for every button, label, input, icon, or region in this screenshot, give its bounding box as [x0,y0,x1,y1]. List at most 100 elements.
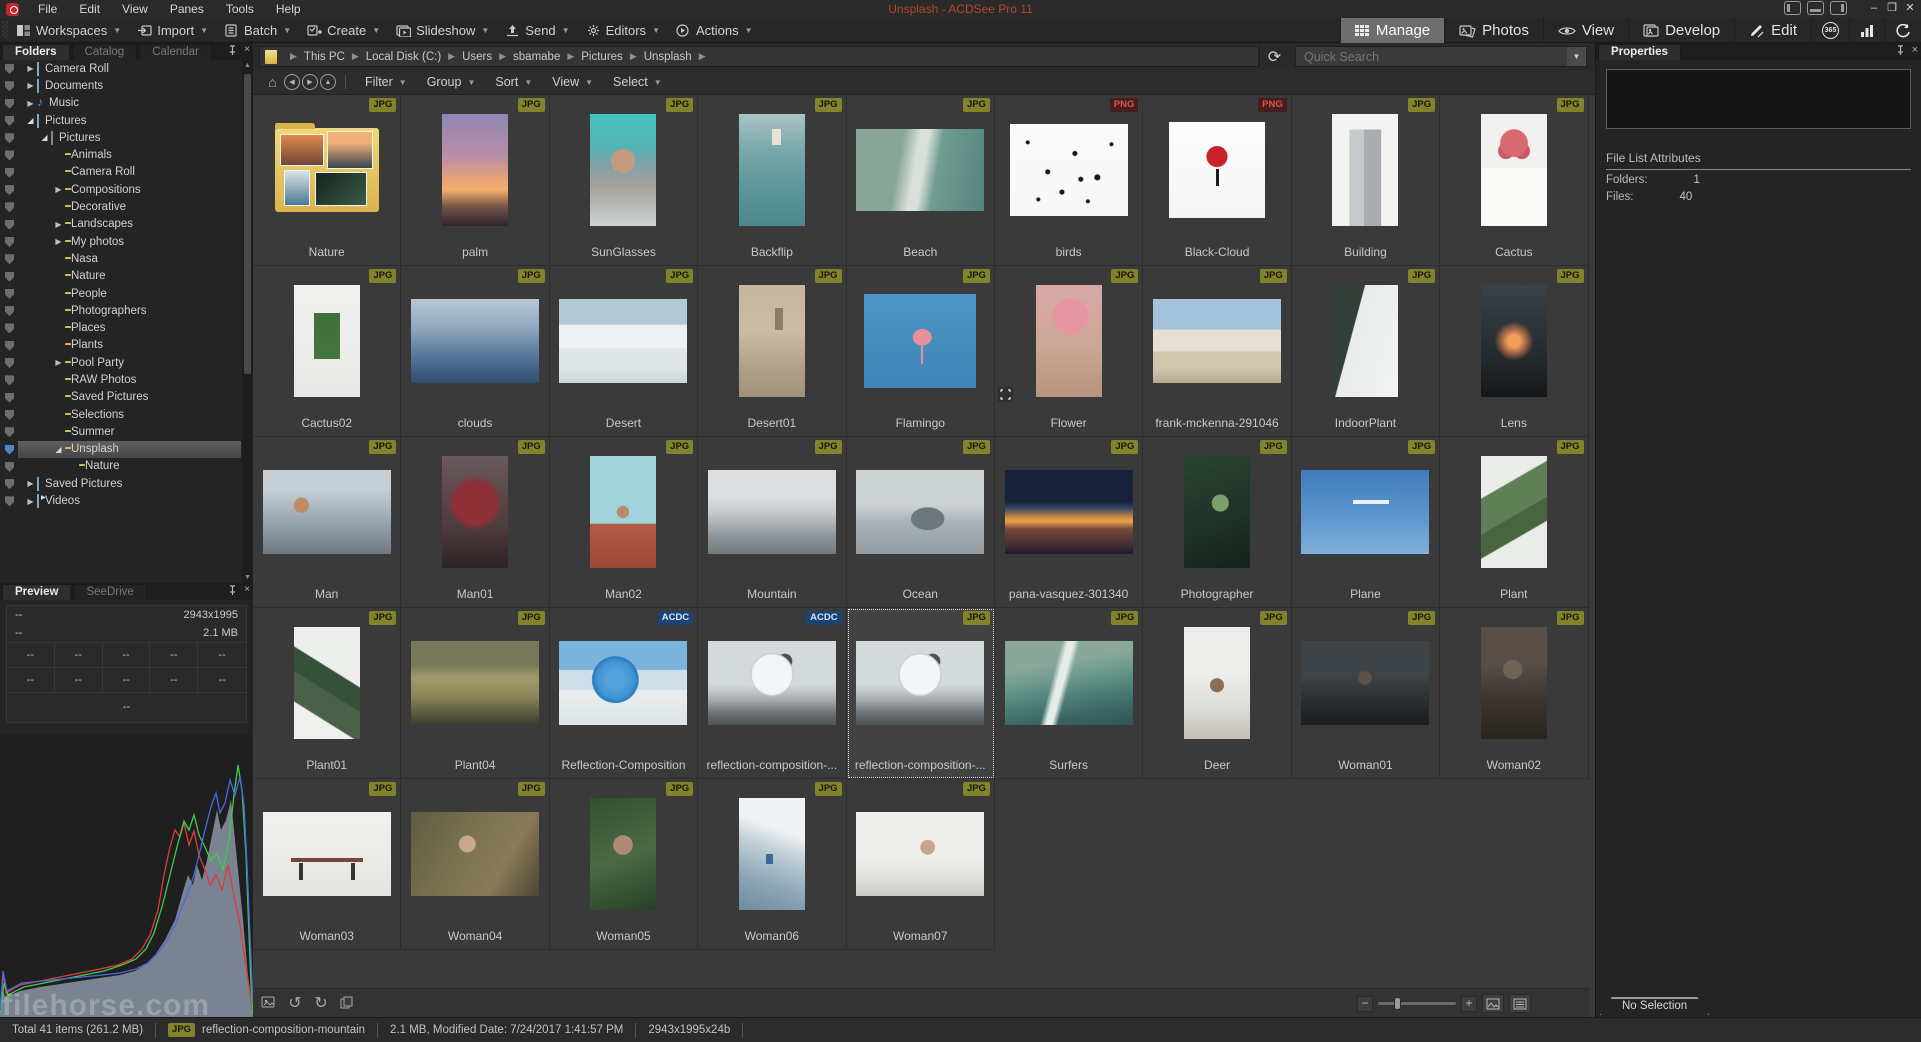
forward-icon[interactable]: ▶ [302,74,318,90]
tree-item-my-photos[interactable]: ▶My photos [0,233,253,250]
tree-item-plants[interactable]: Plants [0,337,253,354]
file-item-woman06[interactable]: JPGWoman06 [698,779,846,950]
file-item-indoorplant[interactable]: JPGIndoorPlant [1292,266,1440,437]
close-icon[interactable]: × [244,585,250,595]
tree-item-nasa[interactable]: Nasa [0,250,253,267]
up-icon[interactable]: ▲ [320,74,336,90]
file-item-cactus[interactable]: JPGCactus [1440,95,1588,266]
expander-down-icon[interactable]: ◢ [52,445,65,454]
mode-tab-manage[interactable]: Manage [1340,18,1444,43]
file-item-birds[interactable]: PNGbirds [995,95,1143,266]
expander-right-icon[interactable]: ▶ [24,497,37,506]
search-dropdown-icon[interactable]: ▼ [1567,47,1586,66]
breadcrumb-users[interactable]: Users [462,51,492,63]
file-item-pana-vasquez-301340[interactable]: JPGpana-vasquez-301340 [995,437,1143,608]
file-item-nature[interactable]: JPGNature [253,95,401,266]
tab-calendar[interactable]: Calendar [139,44,212,60]
toolbar-slideshow[interactable]: Slideshow▼ [388,18,497,43]
tab-folders[interactable]: Folders [2,44,70,60]
toggle-bottom-pane-icon[interactable] [1807,1,1824,15]
toolbar-actions[interactable]: Actions▼ [668,18,761,43]
tree-item-pictures[interactable]: ◢Pictures [0,129,253,146]
toolbar-import[interactable]: Import▼ [129,18,216,43]
zoom-slider[interactable] [1378,1002,1456,1005]
tree-item-nature[interactable]: Nature [0,268,253,285]
tab-seedrive[interactable]: SeeDrive [73,584,146,600]
file-item-lens[interactable]: JPGLens [1440,266,1588,437]
breadcrumb-unsplash[interactable]: Unsplash [644,51,692,63]
scrollbar-thumb[interactable] [244,74,251,374]
nav-select-dropdown[interactable]: Select▼ [603,70,672,95]
nav-filter-dropdown[interactable]: Filter▼ [355,70,417,95]
menu-file[interactable]: File [27,2,68,16]
tree-item-saved-pictures[interactable]: ▶Saved Pictures [0,475,253,492]
back-icon[interactable]: ◀ [284,74,300,90]
tree-item-raw-photos[interactable]: RAW Photos [0,371,253,388]
zoom-slider-handle[interactable] [1394,997,1401,1010]
file-item-plant[interactable]: JPGPlant [1440,437,1588,608]
file-item-photographer[interactable]: JPGPhotographer [1143,437,1291,608]
file-item-cactus02[interactable]: JPGCactus02 [253,266,401,437]
zoom-in-button[interactable]: + [1461,996,1477,1012]
toolbar-batch[interactable]: Batch▼ [216,18,299,43]
tree-item-people[interactable]: People [0,285,253,302]
file-item-palm[interactable]: JPGpalm [401,95,549,266]
breadcrumb[interactable]: ▶This PC▶Local Disk (C:)▶Users▶sbamabe▶P… [259,46,1259,67]
expander-right-icon[interactable]: ▶ [24,64,37,73]
file-item-reflection-composition[interactable]: ACDCReflection-Composition [550,608,698,779]
file-item-ocean[interactable]: JPGOcean [847,437,995,608]
expander-right-icon[interactable]: ▶ [24,99,37,108]
tree-item-landscapes[interactable]: ▶Landscapes [0,216,253,233]
toggle-left-pane-icon[interactable] [1784,1,1801,15]
redo-icon[interactable]: ↻ [311,994,331,1012]
toolbar-send[interactable]: Send▼ [497,18,577,43]
breadcrumb-sbamabe[interactable]: sbamabe [513,51,560,63]
pin-icon[interactable] [1896,45,1905,55]
file-item-flamingo[interactable]: JPGFlamingo [847,266,995,437]
menu-tools[interactable]: Tools [215,2,265,16]
tree-item-pictures[interactable]: ◢Pictures [0,112,253,129]
tree-item-nature[interactable]: Nature [0,458,253,475]
menu-edit[interactable]: Edit [68,2,111,16]
breadcrumb-pictures[interactable]: Pictures [581,51,623,63]
scroll-up-icon[interactable]: ▲ [242,62,253,69]
thumbnail-view-button[interactable] [1482,994,1504,1013]
tree-item-compositions[interactable]: ▶Compositions [0,181,253,198]
tab-preview[interactable]: Preview [2,584,71,600]
close-icon[interactable]: × [244,45,250,55]
tree-item-selections[interactable]: Selections [0,406,253,423]
expander-right-icon[interactable]: ▶ [52,185,65,194]
undo-icon[interactable]: ↺ [285,994,305,1012]
pin-icon[interactable] [228,585,237,595]
expander-right-icon[interactable]: ▶ [24,81,37,90]
file-item-backflip[interactable]: JPGBackflip [698,95,846,266]
toggle-right-pane-icon[interactable] [1830,1,1847,15]
file-item-man02[interactable]: JPGMan02 [550,437,698,608]
file-item-woman05[interactable]: JPGWoman05 [550,779,698,950]
restore-button[interactable]: ❐ [1885,1,1899,15]
expander-right-icon[interactable]: ▶ [52,237,65,246]
mode-tab-photos[interactable]: Photos [1444,18,1543,43]
file-item-flower[interactable]: JPGFlower [995,266,1143,437]
file-item-beach[interactable]: JPGBeach [847,95,995,266]
file-item-man01[interactable]: JPGMan01 [401,437,549,608]
toolbar-editors[interactable]: Editors▼ [578,18,668,43]
breadcrumb-local-disk-c-[interactable]: Local Disk (C:) [366,51,441,63]
scroll-down-icon[interactable]: ▼ [242,574,253,581]
home-icon[interactable]: ⌂ [263,73,282,92]
close-icon[interactable]: × [1912,45,1918,55]
tree-item-saved-pictures[interactable]: Saved Pictures [0,389,253,406]
tree-item-videos[interactable]: ▶Videos [0,492,253,509]
tab-catalog[interactable]: Catalog [72,44,138,60]
file-item-plant04[interactable]: JPGPlant04 [401,608,549,779]
refresh-icon[interactable]: ⟳ [1259,46,1289,67]
expander-right-icon[interactable]: ▶ [24,479,37,488]
tree-item-places[interactable]: Places [0,319,253,336]
tree-item-decorative[interactable]: Decorative [0,198,253,215]
file-item-black-cloud[interactable]: PNGBlack-Cloud [1143,95,1291,266]
file-item-frank-mckenna-291046[interactable]: JPGfrank-mckenna-291046 [1143,266,1291,437]
file-item-plant01[interactable]: JPGPlant01 [253,608,401,779]
save-image-icon[interactable] [259,994,279,1012]
menu-help[interactable]: Help [265,2,312,16]
toolbar-workspaces[interactable]: Workspaces▼ [8,18,129,43]
